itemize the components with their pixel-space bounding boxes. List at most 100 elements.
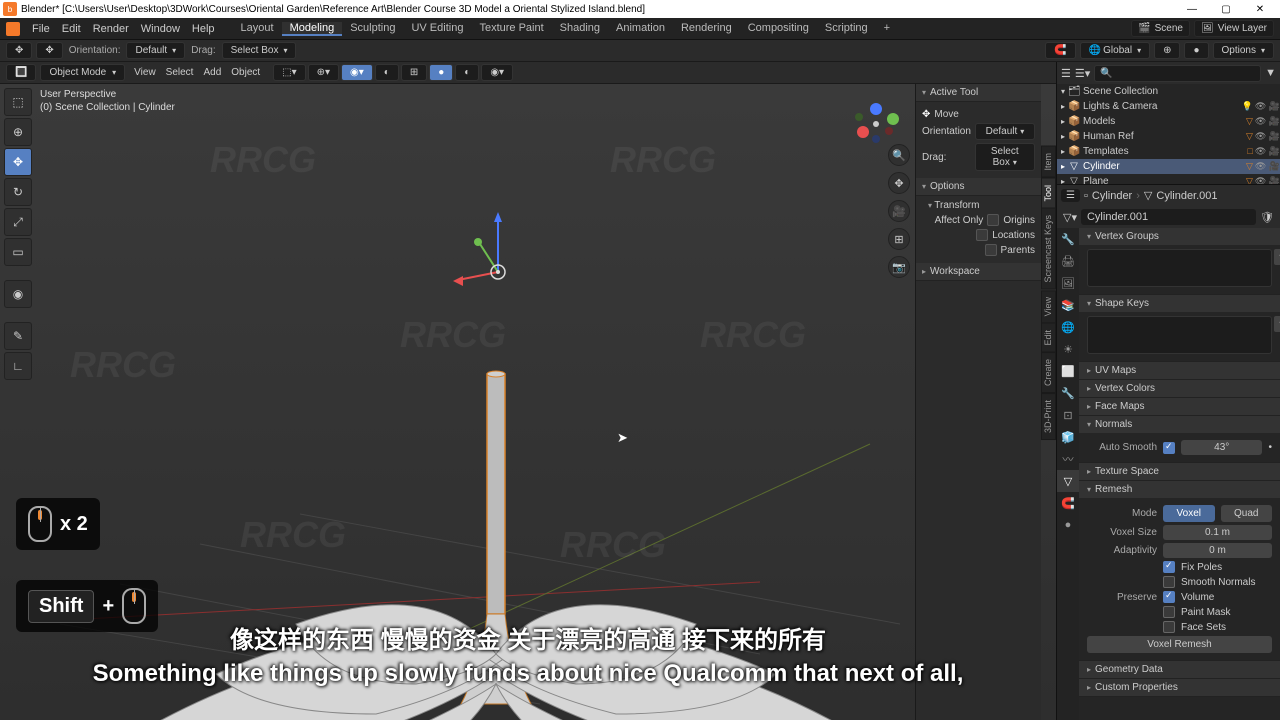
ntab-create[interactable]: Create: [1041, 352, 1056, 393]
ptab-2[interactable]: 🖼: [1057, 272, 1079, 294]
outliner-item-plane[interactable]: ▸▽Plane▽ 👁 🎥: [1057, 174, 1280, 184]
mode-dropdown[interactable]: Object Mode: [40, 64, 125, 81]
vpmenu-select[interactable]: Select: [161, 67, 199, 78]
mesh-name-field[interactable]: Cylinder.001: [1081, 209, 1256, 225]
outliner-root[interactable]: ▾🗂Scene Collection: [1057, 84, 1280, 99]
menu-edit[interactable]: Edit: [56, 23, 87, 35]
menu-file[interactable]: File: [26, 23, 56, 35]
fix-poles-checkbox[interactable]: [1163, 561, 1175, 573]
shading-solid-icon[interactable]: ●: [429, 64, 453, 81]
navgizmo-4[interactable]: 📷: [888, 256, 910, 278]
viewlayer-selector[interactable]: 🖼View Layer: [1194, 20, 1274, 37]
move-tool-icon[interactable]: ✥: [6, 42, 32, 59]
ptab-11[interactable]: ▽: [1057, 470, 1079, 492]
ntab-view[interactable]: View: [1041, 290, 1056, 323]
gizmo-vis-icon[interactable]: ⊕▾: [308, 64, 339, 81]
navgizmo-1[interactable]: ✥: [888, 172, 910, 194]
editor-type[interactable]: 🔳: [6, 64, 36, 81]
shape-keys-list[interactable]: [1087, 316, 1272, 354]
vpmenu-view[interactable]: View: [129, 67, 161, 78]
ptab-5[interactable]: ☀: [1057, 338, 1079, 360]
ntab-screencast-keys[interactable]: Screencast Keys: [1041, 208, 1056, 290]
ntab-item[interactable]: Item: [1041, 146, 1056, 178]
shading-wire-icon[interactable]: ⊞: [401, 64, 427, 81]
outliner-item-lights-&-camera[interactable]: ▸📦Lights & Camera💡 👁 🎥: [1057, 99, 1280, 114]
custom-props-header[interactable]: Custom Properties: [1079, 679, 1280, 696]
paint-mask-checkbox[interactable]: [1163, 606, 1175, 618]
transform-subheader[interactable]: Transform: [928, 200, 1035, 211]
drag-dropdown[interactable]: Select Box: [222, 42, 297, 59]
scene-selector[interactable]: 🎬Scene: [1131, 20, 1190, 37]
global-orient-dropdown[interactable]: 🌐 Global: [1080, 42, 1150, 59]
locations-checkbox[interactable]: [976, 229, 988, 241]
face-maps-header[interactable]: Face Maps: [1079, 398, 1280, 415]
navgizmo-2[interactable]: 🎥: [888, 200, 910, 222]
workspace-+[interactable]: +: [876, 22, 898, 36]
voxel-size-field[interactable]: 0.1 m: [1163, 525, 1272, 540]
shape-keys-header[interactable]: Shape Keys: [1079, 295, 1280, 312]
ptab-13[interactable]: ●: [1057, 514, 1079, 536]
auto-smooth-angle[interactable]: 43°: [1181, 440, 1262, 455]
ptab-1[interactable]: 🖨: [1057, 250, 1079, 272]
quad-mode-button[interactable]: Quad: [1221, 505, 1273, 522]
ptab-3[interactable]: 📚: [1057, 294, 1079, 316]
vertex-colors-header[interactable]: Vertex Colors: [1079, 380, 1280, 397]
ptab-7[interactable]: 🔧: [1057, 382, 1079, 404]
ntab-edit[interactable]: Edit: [1041, 323, 1056, 353]
outliner-item-cylinder[interactable]: ▸▽Cylinder▽ 👁 🎥: [1057, 159, 1280, 174]
workspace-scripting[interactable]: Scripting: [817, 22, 876, 36]
ptab-12[interactable]: 🧲: [1057, 492, 1079, 514]
3d-viewport[interactable]: User Perspective (0) Scene Collection | …: [0, 84, 1056, 720]
ptab-4[interactable]: 🌐: [1057, 316, 1079, 338]
select-mode-icon[interactable]: ⬚▾: [273, 64, 305, 81]
workspace-compositing[interactable]: Compositing: [740, 22, 817, 36]
outliner-search[interactable]: 🔍: [1094, 65, 1261, 82]
orientation-select[interactable]: Default: [975, 123, 1035, 140]
navgizmo-0[interactable]: 🔍: [888, 144, 910, 166]
axis-gizmo[interactable]: [851, 99, 901, 149]
menu-window[interactable]: Window: [135, 23, 186, 35]
workspace-animation[interactable]: Animation: [608, 22, 673, 36]
workspace-rendering[interactable]: Rendering: [673, 22, 740, 36]
preserve-volume-checkbox[interactable]: [1163, 591, 1175, 603]
vertex-groups-header[interactable]: Vertex Groups: [1079, 228, 1280, 245]
workspace-modeling[interactable]: Modeling: [282, 22, 343, 36]
navgizmo-3[interactable]: ⊞: [888, 228, 910, 250]
workspace-uv-editing[interactable]: UV Editing: [403, 22, 471, 36]
snap-target[interactable]: ⊕: [1154, 42, 1180, 59]
menu-help[interactable]: Help: [186, 23, 221, 35]
outliner-item-templates[interactable]: ▸📦Templates□ 👁 🎥: [1057, 144, 1280, 159]
options-dropdown[interactable]: Options: [1213, 42, 1274, 59]
outliner[interactable]: ▾🗂Scene Collection▸📦Lights & Camera💡 👁 🎥…: [1057, 84, 1280, 184]
outliner-item-human-ref[interactable]: ▸📦Human Ref▽ 👁 🎥: [1057, 129, 1280, 144]
snap-icon[interactable]: 🧲: [1045, 42, 1075, 59]
face-sets-checkbox[interactable]: [1163, 621, 1175, 633]
uv-maps-header[interactable]: UV Maps: [1079, 362, 1280, 379]
minimize-button[interactable]: —: [1175, 0, 1209, 18]
ntab-3d-print[interactable]: 3D-Print: [1041, 393, 1056, 440]
props-editor-icon[interactable]: ☰: [1061, 189, 1080, 202]
overlay-icon[interactable]: ◉▾: [341, 64, 373, 81]
drag-select[interactable]: Select Box: [975, 143, 1036, 171]
ptab-10[interactable]: 〰: [1057, 448, 1079, 470]
menu-render[interactable]: Render: [87, 23, 135, 35]
ntab-tool[interactable]: Tool: [1041, 178, 1056, 209]
texture-space-header[interactable]: Texture Space: [1079, 463, 1280, 480]
vpmenu-add[interactable]: Add: [198, 67, 226, 78]
close-button[interactable]: ✕: [1243, 0, 1277, 18]
fake-user-icon[interactable]: 🛡: [1260, 211, 1274, 224]
cursor-tool-icon[interactable]: ✥: [36, 42, 62, 59]
active-tool-header[interactable]: Active Tool: [916, 84, 1041, 102]
shading-matprev-icon[interactable]: ◐: [455, 64, 479, 81]
filter-icon[interactable]: ▼: [1265, 67, 1276, 79]
maximize-button[interactable]: ▢: [1209, 0, 1243, 18]
smooth-normals-checkbox[interactable]: [1163, 576, 1175, 588]
prop-edit-icon[interactable]: ●: [1184, 42, 1208, 59]
auto-smooth-checkbox[interactable]: [1163, 442, 1175, 454]
normals-header[interactable]: Normals: [1079, 416, 1280, 433]
vpmenu-object[interactable]: Object: [226, 67, 265, 78]
ptab-8[interactable]: ⊡: [1057, 404, 1079, 426]
geometry-data-header[interactable]: Geometry Data: [1079, 661, 1280, 678]
ptab-6[interactable]: ⬜: [1057, 360, 1079, 382]
shading-render-icon[interactable]: ◉▾: [481, 64, 513, 81]
